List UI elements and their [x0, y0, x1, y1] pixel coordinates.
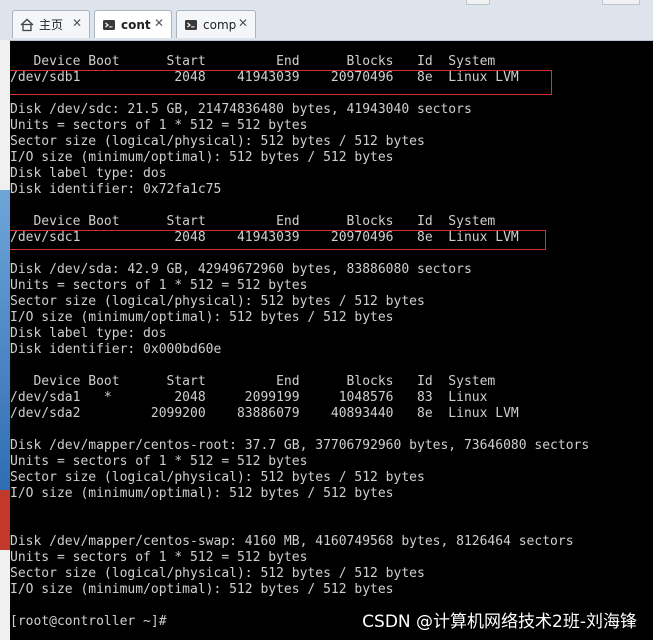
- terminal-line: Disk /dev/mapper/centos-root: 37.7 GB, 3…: [10, 438, 590, 453]
- terminal-line: Device Boot Start End Blocks Id System: [10, 374, 496, 389]
- tab-label: comp: [203, 17, 237, 32]
- terminal-line: Disk label type: dos: [10, 166, 167, 181]
- terminal-line: I/O size (minimum/optimal): 512 bytes / …: [10, 486, 394, 501]
- terminal-line: Disk identifier: 0x72fa1c75: [10, 182, 222, 197]
- terminal-line: Sector size (logical/physical): 512 byte…: [10, 470, 425, 485]
- terminal-line: Sector size (logical/physical): 512 byte…: [10, 294, 425, 309]
- terminal-line: [root@controller ~]#: [10, 614, 167, 629]
- watermark: CSDN @计算机网络技术2班-刘海锋: [362, 612, 637, 632]
- tab-bar: 主页 ✕ cont ✕ comp ✕: [0, 0, 653, 41]
- terminal-line: I/O size (minimum/optimal): 512 bytes / …: [10, 310, 394, 325]
- terminal-window[interactable]: Device Boot Start End Blocks Id System/d…: [10, 41, 653, 640]
- tab-comp[interactable]: comp ✕: [176, 10, 256, 38]
- terminal-icon: [101, 17, 117, 33]
- terminal-line: Sector size (logical/physical): 512 byte…: [10, 134, 425, 149]
- window-controls: [380, 0, 653, 6]
- terminal-line: /dev/sdc1 2048 41943039 20970496 8e Linu…: [10, 230, 519, 245]
- terminal-line: Units = sectors of 1 * 512 = 512 bytes: [10, 278, 308, 293]
- minimize-button[interactable]: [466, 0, 490, 5]
- terminal-line: Device Boot Start End Blocks Id System: [10, 214, 496, 229]
- terminal-line: Units = sectors of 1 * 512 = 512 bytes: [10, 550, 308, 565]
- home-icon: [19, 17, 35, 33]
- desktop-edge: [0, 40, 10, 640]
- terminal-line: /dev/sda2 2099200 83886079 40893440 8e L…: [10, 406, 519, 421]
- close-icon[interactable]: ✕: [237, 16, 249, 30]
- terminal-line: Disk /dev/sdc: 21.5 GB, 21474836480 byte…: [10, 102, 472, 117]
- terminal-line: Disk label type: dos: [10, 326, 167, 341]
- terminal-line: /dev/sda1 * 2048 2099199 1048576 83 Linu…: [10, 390, 488, 405]
- tab-home[interactable]: 主页 ✕: [12, 10, 90, 38]
- terminal-line: Disk /dev/sda: 42.9 GB, 42949672960 byte…: [10, 262, 472, 277]
- terminal-line: /dev/sdb1 2048 41943039 20970496 8e Linu…: [10, 70, 519, 85]
- terminal-line: Disk identifier: 0x000bd60e: [10, 342, 222, 357]
- tab-label: 主页: [39, 18, 64, 32]
- terminal-line: Units = sectors of 1 * 512 = 512 bytes: [10, 454, 308, 469]
- close-icon[interactable]: ✕: [71, 16, 83, 30]
- terminal-line: Device Boot Start End Blocks Id System: [10, 54, 496, 69]
- terminal-line: I/O size (minimum/optimal): 512 bytes / …: [10, 582, 394, 597]
- close-window-button[interactable]: [602, 0, 640, 5]
- taskbar-app-edge: [0, 490, 10, 550]
- terminal-icon: [183, 17, 199, 33]
- tab-cont[interactable]: cont ✕: [94, 10, 172, 38]
- tab-label: cont: [121, 17, 151, 32]
- terminal-line: Disk /dev/mapper/centos-swap: 4160 MB, 4…: [10, 534, 574, 549]
- terminal-line: Sector size (logical/physical): 512 byte…: [10, 566, 425, 581]
- desktop-background: [0, 190, 10, 490]
- terminal-line: Units = sectors of 1 * 512 = 512 bytes: [10, 118, 308, 133]
- terminal-line: I/O size (minimum/optimal): 512 bytes / …: [10, 150, 394, 165]
- close-icon[interactable]: ✕: [153, 16, 165, 30]
